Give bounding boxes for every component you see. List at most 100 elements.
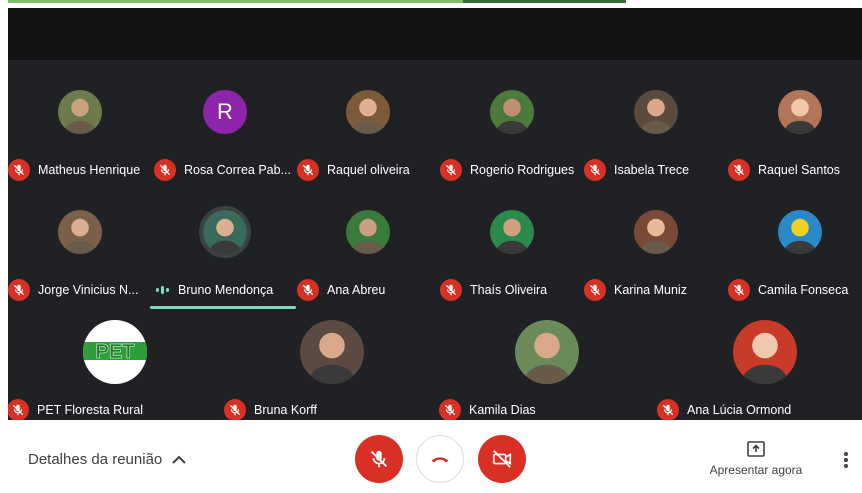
profile-photo <box>203 210 247 254</box>
chevron-up-icon <box>172 455 186 464</box>
participant-avatar <box>346 210 390 254</box>
participant-name-row: Camila Fonseca <box>728 278 848 302</box>
top-accent-bar <box>8 0 463 3</box>
participant-avatar <box>733 320 797 384</box>
participant-avatar: PET <box>83 320 147 384</box>
profile-photo <box>778 210 822 254</box>
participant-avatar <box>300 320 364 384</box>
mic-off-icon <box>302 164 314 176</box>
participant-avatar <box>634 210 678 254</box>
participant-avatar <box>515 320 579 384</box>
participant-name: Ana Lúcia Ormond <box>687 403 792 417</box>
mic-off-icon <box>159 164 171 176</box>
muted-indicator <box>439 399 461 420</box>
profile-photo <box>634 210 678 254</box>
participant-name: Rogerio Rodrigues <box>470 163 575 177</box>
mic-off-icon <box>12 404 24 416</box>
muted-indicator <box>728 279 750 301</box>
profile-photo <box>634 90 678 134</box>
meeting-details-label: Detalhes da reunião <box>28 451 163 468</box>
mic-off-icon <box>662 404 674 416</box>
participant-avatar <box>490 90 534 134</box>
profile-photo <box>490 90 534 134</box>
mic-off-icon <box>733 284 745 296</box>
participant-name: Camila Fonseca <box>758 283 849 297</box>
profile-photo <box>515 320 579 384</box>
profile-photo <box>733 320 797 384</box>
more-options-icon[interactable] <box>840 450 852 470</box>
muted-indicator <box>584 159 606 181</box>
participant-name-row: Kamila Dias <box>439 398 536 420</box>
muted-indicator <box>8 399 29 420</box>
profile-photo <box>300 320 364 384</box>
participant-name-row: Bruna Korff <box>224 398 317 420</box>
muted-indicator <box>440 159 462 181</box>
muted-indicator <box>224 399 246 420</box>
videocam-off-icon <box>492 450 512 468</box>
top-accent-bar-dark <box>463 0 626 3</box>
mic-off-icon <box>13 284 25 296</box>
leave-call-button[interactable] <box>416 435 464 483</box>
participant-avatar <box>778 210 822 254</box>
participant-avatar <box>490 210 534 254</box>
mic-off-icon <box>445 284 457 296</box>
participant-name-row: Matheus Henrique <box>8 158 140 182</box>
present-screen-icon <box>747 441 765 457</box>
svg-text:PET: PET <box>96 341 135 363</box>
participant-name-row: Bruno Mendonça <box>154 278 273 302</box>
participant-name: Karina Muniz <box>614 283 687 297</box>
mic-off-icon <box>589 164 601 176</box>
participant-avatar <box>634 90 678 134</box>
participant-avatar: R <box>203 90 247 134</box>
profile-photo <box>58 210 102 254</box>
participant-avatar <box>346 90 390 134</box>
profile-photo <box>778 90 822 134</box>
muted-indicator <box>8 279 30 301</box>
mic-off-icon <box>444 404 456 416</box>
participant-name-row: Rosa Correa Pab... <box>154 158 291 182</box>
video-top-strip <box>8 8 862 60</box>
participant-name-row: Ana Abreu <box>297 278 385 302</box>
profile-photo <box>346 210 390 254</box>
speaking-underline <box>150 306 296 309</box>
muted-indicator <box>584 279 606 301</box>
meeting-details-button[interactable]: Detalhes da reunião <box>28 451 186 468</box>
participant-name: Raquel oliveira <box>327 163 410 177</box>
muted-indicator <box>154 159 176 181</box>
muted-indicator <box>728 159 750 181</box>
avatar-initial: R <box>217 99 233 124</box>
participant-name: Rosa Correa Pab... <box>184 163 291 177</box>
profile-photo <box>346 90 390 134</box>
participant-avatar <box>58 210 102 254</box>
participant-name-row: Karina Muniz <box>584 278 687 302</box>
muted-indicator <box>297 279 319 301</box>
participant-avatar <box>203 210 247 254</box>
toggle-microphone-button[interactable] <box>355 435 403 483</box>
speaking-indicator-icon <box>154 286 170 294</box>
participant-name-row: PET Floresta Rural <box>8 398 143 420</box>
mic-off-icon <box>229 404 241 416</box>
call-end-icon <box>431 457 449 463</box>
profile-photo <box>490 210 534 254</box>
present-now-label: Apresentar agora <box>709 463 803 477</box>
top-edge <box>0 0 862 8</box>
muted-indicator <box>440 279 462 301</box>
participant-name-row: Jorge Vinicius N... <box>8 278 139 302</box>
toggle-camera-button[interactable] <box>478 435 526 483</box>
participant-name: Isabela Trece <box>614 163 690 177</box>
mic-off-icon <box>589 284 601 296</box>
participant-name-row: Isabela Trece <box>584 158 689 182</box>
present-now-button[interactable]: Apresentar agora <box>705 438 807 477</box>
participant-name: Thaís Oliveira <box>470 283 548 297</box>
mic-off-icon <box>302 284 314 296</box>
participant-name-row: Rogerio Rodrigues <box>440 158 574 182</box>
participant-name: Kamila Dias <box>469 403 536 417</box>
participant-name: Raquel Santos <box>758 163 841 177</box>
pet-logo-image: PET <box>83 320 147 384</box>
participant-name-row: Thaís Oliveira <box>440 278 547 302</box>
mic-off-icon <box>445 164 457 176</box>
participant-avatar <box>778 90 822 134</box>
participant-name-row: Raquel oliveira <box>297 158 410 182</box>
participant-name: Ana Abreu <box>327 283 386 297</box>
meeting-control-bar: Detalhes da reunião Apresentar agora <box>0 420 862 493</box>
